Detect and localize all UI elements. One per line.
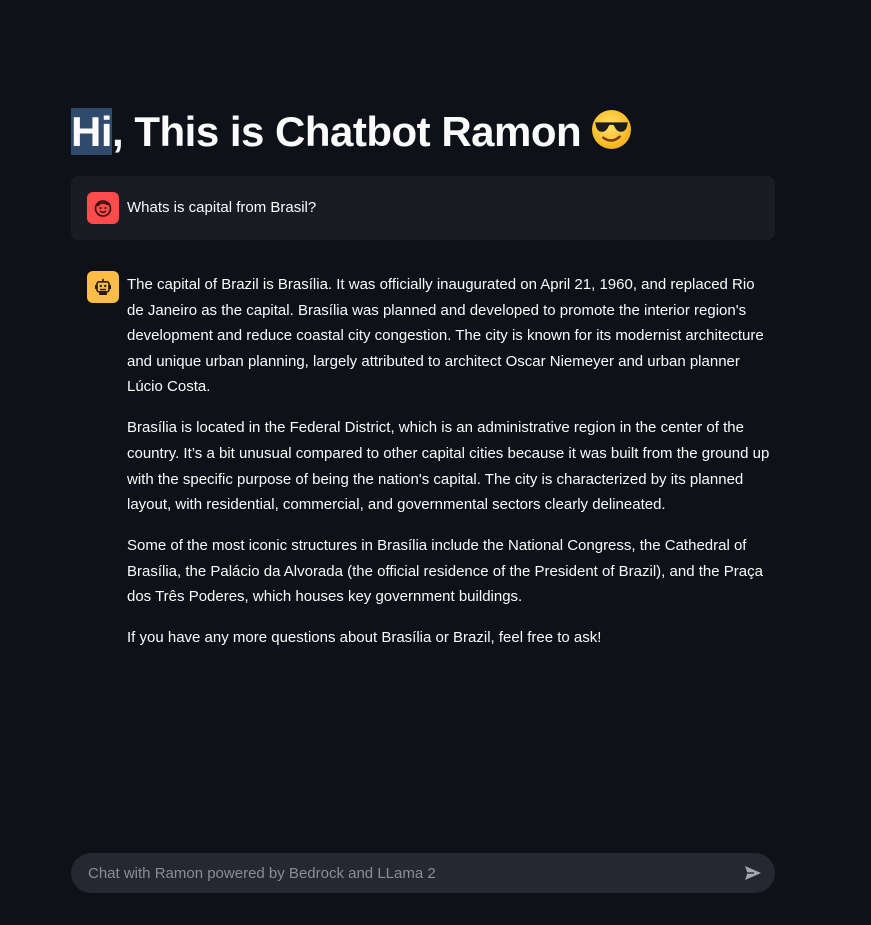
robot-icon <box>95 278 111 295</box>
title-text: , This is Chatbot Ramon <box>112 108 582 155</box>
chat-app: Hi, This is Chatbot Ramon Whats is capit… <box>0 0 871 925</box>
chat-input-container <box>71 853 775 893</box>
user-face-icon <box>94 200 112 217</box>
assistant-message: The capital of Brazil is Brasília. It wa… <box>127 272 775 666</box>
send-icon <box>745 866 761 880</box>
assistant-paragraph: If you have any more questions about Bra… <box>127 629 602 647</box>
send-button[interactable] <box>741 861 765 885</box>
assistant-avatar <box>87 271 119 303</box>
chat-input[interactable] <box>88 853 718 893</box>
page-title: Hi, This is Chatbot Ramon <box>71 104 632 160</box>
user-avatar <box>87 192 119 224</box>
sunglasses-emoji-icon <box>591 108 632 149</box>
assistant-paragraph: Brasília is located in the Federal Distr… <box>127 419 770 514</box>
user-message-text: Whats is capital from Brasil? <box>127 199 317 216</box>
assistant-paragraph: The capital of Brazil is Brasília. It wa… <box>127 276 764 396</box>
title-highlight: Hi <box>71 108 113 155</box>
user-message: Whats is capital from Brasil? <box>71 176 775 240</box>
assistant-paragraph: Some of the most iconic structures in Br… <box>127 537 763 606</box>
